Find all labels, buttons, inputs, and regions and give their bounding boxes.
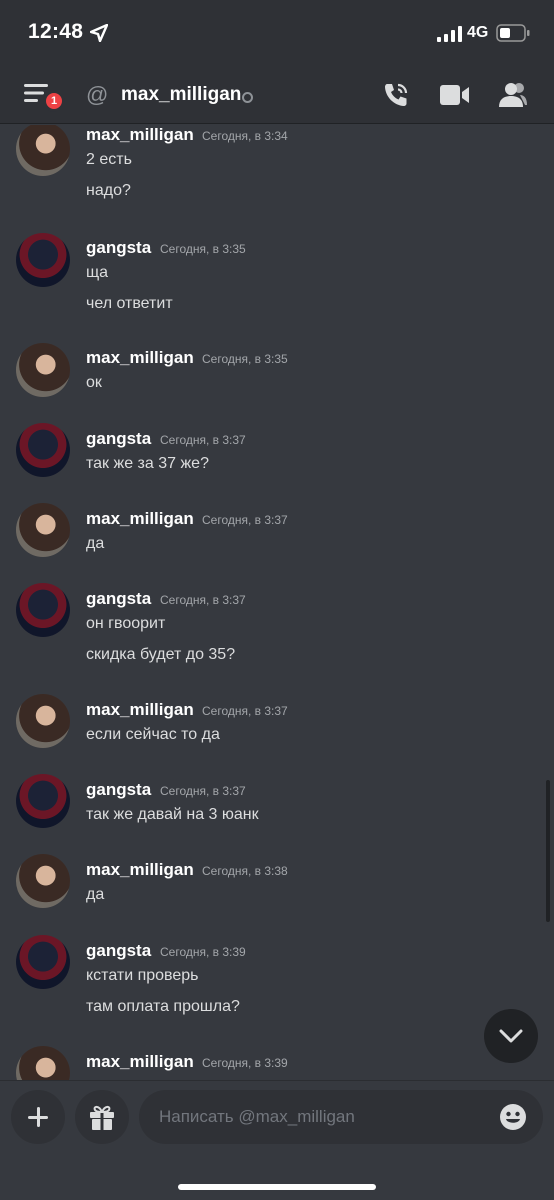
notification-badge: 1 <box>43 90 65 112</box>
message-timestamp: Сегодня, в 3:39 <box>202 1056 288 1070</box>
message-text: да <box>86 886 105 903</box>
battery-icon <box>496 24 530 42</box>
message-text: если сейчас то да <box>86 726 220 743</box>
message-username[interactable]: gangsta <box>86 429 151 449</box>
network-label: 4G <box>467 24 489 41</box>
avatar[interactable] <box>16 854 70 908</box>
status-time: 12:48 <box>28 20 84 43</box>
message-username[interactable]: gangsta <box>86 589 151 609</box>
at-sign-icon: @ <box>86 82 109 107</box>
avatar[interactable] <box>16 694 70 748</box>
message-text: он гвоорит <box>86 615 166 632</box>
message-text: чел ответит <box>86 295 173 312</box>
signal-icon <box>437 26 462 42</box>
message-username[interactable]: gangsta <box>86 780 151 800</box>
message-input-placeholder: Написать @max_milligan <box>159 1107 355 1126</box>
avatar[interactable] <box>16 125 70 176</box>
message-timestamp: Сегодня, в 3:39 <box>160 945 246 959</box>
avatar[interactable] <box>16 233 70 287</box>
offline-status-icon <box>242 92 253 103</box>
gift-button[interactable] <box>75 1090 129 1144</box>
avatar[interactable] <box>16 583 70 637</box>
message-username[interactable]: max_milligan <box>86 1052 194 1072</box>
message-username[interactable]: gangsta <box>86 238 151 258</box>
status-bar: 12:48 4G <box>0 0 554 66</box>
message-text: так же давай на 3 юанк <box>86 806 259 823</box>
avatar[interactable] <box>16 935 70 989</box>
message-username[interactable]: max_milligan <box>86 700 194 720</box>
message-text: там оплата прошла? <box>86 998 240 1015</box>
message-text: ща <box>86 264 109 281</box>
channel-header: 1 @ max_milligan <box>0 66 554 124</box>
message-input[interactable]: Написать @max_milligan <box>139 1090 543 1144</box>
message-text: да <box>86 535 105 552</box>
avatar[interactable] <box>16 774 70 828</box>
jump-to-bottom-button[interactable] <box>484 1009 538 1063</box>
video-call-icon[interactable] <box>440 84 470 106</box>
avatar[interactable] <box>16 503 70 557</box>
message-text: кстати проверь <box>86 967 199 984</box>
message-timestamp: Сегодня, в 3:37 <box>160 784 246 798</box>
message-timestamp: Сегодня, в 3:38 <box>202 864 288 878</box>
message-timestamp: Сегодня, в 3:37 <box>160 433 246 447</box>
scrollbar[interactable] <box>546 780 550 922</box>
message-username[interactable]: max_milligan <box>86 348 194 368</box>
message-username[interactable]: max_milligan <box>86 125 194 145</box>
message-timestamp: Сегодня, в 3:35 <box>160 242 246 256</box>
message-timestamp: Сегодня, в 3:37 <box>160 593 246 607</box>
message-username[interactable]: max_milligan <box>86 860 194 880</box>
channel-title: max_milligan <box>121 84 242 105</box>
message-text: так же за 37 же? <box>86 455 209 472</box>
message-timestamp: Сегодня, в 3:37 <box>202 513 288 527</box>
chevron-down-icon <box>499 1029 523 1043</box>
add-attachment-button[interactable] <box>11 1090 65 1144</box>
avatar[interactable] <box>16 423 70 477</box>
message-text: скидка будет до 35? <box>86 646 236 663</box>
location-arrow-icon <box>90 24 108 42</box>
message-timestamp: Сегодня, в 3:37 <box>202 704 288 718</box>
avatar[interactable] <box>16 343 70 397</box>
gift-icon <box>90 1105 114 1130</box>
message-composer: Написать @max_milligan <box>0 1080 554 1200</box>
members-icon[interactable] <box>498 81 528 109</box>
message-text: 2 есть <box>86 151 132 168</box>
message-text: надо? <box>86 182 131 199</box>
voice-call-icon[interactable] <box>381 80 411 110</box>
message-username[interactable]: max_milligan <box>86 509 194 529</box>
avatar[interactable] <box>16 1046 70 1080</box>
emoji-icon[interactable] <box>499 1103 527 1131</box>
message-timestamp: Сегодня, в 3:35 <box>202 352 288 366</box>
message-text: ок <box>86 374 102 391</box>
message-list[interactable]: max_milligan Сегодня, в 3:34 2 есть надо… <box>0 125 554 1080</box>
message-username[interactable]: gangsta <box>86 941 151 961</box>
message-timestamp: Сегодня, в 3:34 <box>202 129 288 143</box>
home-indicator <box>178 1184 376 1190</box>
